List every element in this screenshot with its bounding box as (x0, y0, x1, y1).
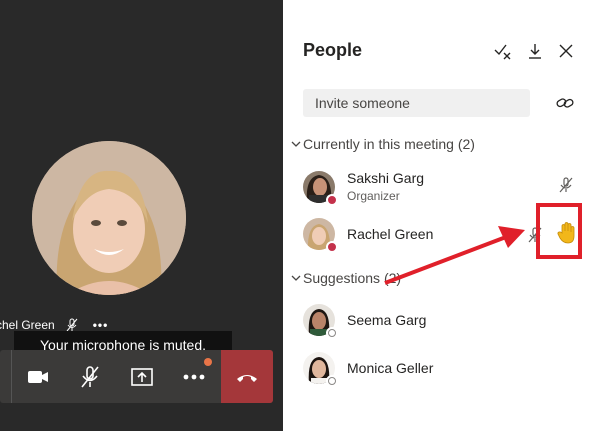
highlight-box (536, 203, 582, 259)
status-busy-icon (326, 193, 338, 206)
status-offline-icon (326, 327, 338, 339)
more-icon (183, 374, 205, 379)
participant-name-strip: chel Green ••• (0, 318, 108, 332)
participant-more-button[interactable]: ••• (93, 318, 109, 332)
panel-title: People (303, 40, 363, 60)
mute-all-icon[interactable] (494, 42, 512, 60)
hangup-icon (237, 374, 257, 382)
hangup-button[interactable] (221, 350, 273, 403)
participant-name: Rachel Green (347, 226, 434, 242)
mic-off-icon (66, 318, 78, 332)
suggestion-name: Seema Garg (347, 312, 427, 328)
camera-button[interactable] (12, 350, 64, 403)
controls-edge (0, 350, 12, 403)
participant-row[interactable]: Sakshi Garg Organizer (303, 170, 425, 206)
video-stage: chel Green ••• Your microphone is muted. (0, 0, 283, 431)
section-suggestions-label: Suggestions (2) (303, 270, 402, 286)
chevron-down-icon (291, 275, 301, 281)
section-in-meeting[interactable]: Currently in this meeting (2) (290, 136, 475, 152)
chevron-down-icon (291, 141, 301, 147)
section-suggestions[interactable]: Suggestions (2) (290, 270, 401, 286)
notification-dot (204, 358, 212, 366)
share-button[interactable] (116, 350, 168, 403)
suggestion-name: Monica Geller (347, 360, 434, 376)
close-icon[interactable] (557, 42, 575, 60)
share-icon (131, 367, 153, 386)
participant-name: Sakshi Garg (347, 170, 425, 186)
call-controls (0, 350, 273, 403)
link-icon[interactable] (556, 94, 574, 112)
status-busy-icon (326, 241, 338, 253)
section-in-meeting-label: Currently in this meeting (2) (303, 136, 475, 152)
mic-off-icon (81, 365, 99, 387)
camera-icon (28, 370, 48, 383)
more-actions-button[interactable] (168, 350, 220, 403)
participant-name: chel Green (0, 318, 55, 332)
participant-role: Organizer (347, 189, 400, 203)
mic-button[interactable] (64, 350, 116, 403)
participant-row[interactable]: Rachel Green (303, 218, 434, 253)
invite-input[interactable]: Invite someone (303, 89, 530, 117)
mic-off-icon[interactable] (557, 176, 575, 194)
suggestion-row[interactable]: Monica Geller (303, 352, 434, 387)
suggestion-row[interactable]: Seema Garg (303, 304, 427, 339)
status-offline-icon (326, 375, 338, 387)
participant-avatar-large (32, 141, 186, 295)
download-icon[interactable] (526, 42, 544, 60)
